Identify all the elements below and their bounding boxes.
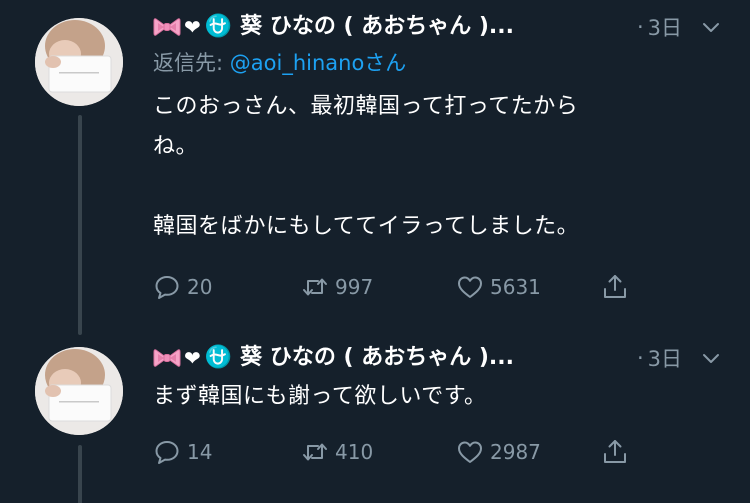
like-button[interactable]: 2987 (456, 437, 601, 467)
share-icon (604, 275, 626, 298)
avatar[interactable] (35, 347, 123, 435)
tweet-content: ❤ ⛎ 葵 ひなの ( あおちゃん )... · 3日 返信先: @aoi_hi… (153, 10, 722, 299)
share-button[interactable] (601, 272, 629, 302)
tweet-content: ❤ ⛎ 葵 ひなの ( あおちゃん )... · 3日 まず韓国にも謝って欲しい… (153, 341, 722, 464)
like-heart-icon (458, 276, 482, 298)
share-icon (604, 440, 626, 463)
tweet-header: ❤ ⛎ 葵 ひなの ( あおちゃん )... · 3日 (153, 341, 722, 375)
tweet-text: このおっさん、最初韓国って打ってたから ね。 韓国をばかにもしててイラってしまし… (153, 94, 580, 239)
reply-button[interactable]: 14 (153, 437, 301, 467)
reply-to-prefix: 返信先: (153, 51, 230, 75)
tweet[interactable]: ❤ ⛎ 葵 ひなの ( あおちゃん )... · 3日 まず韓国にも謝って欲しい… (0, 335, 750, 503)
reply-count: 20 (187, 275, 213, 299)
thread-line (78, 115, 82, 335)
chevron-down-icon[interactable] (700, 347, 722, 369)
retweet-button[interactable]: 410 (301, 437, 456, 467)
heart-icon: ❤ (184, 346, 201, 370)
ribbon-bow-icon (153, 18, 181, 36)
reply-count: 14 (187, 440, 213, 464)
time-separator: · (636, 15, 644, 39)
time-separator: · (636, 346, 644, 370)
reply-to: 返信先: @aoi_hinanoさん (153, 45, 722, 81)
tweet-text: まず韓国にも謝って欲しいです。 (153, 384, 487, 409)
reply-to-handle[interactable]: @aoi_hinanoさん (230, 51, 407, 75)
tweet-meta: · 3日 (637, 10, 722, 44)
ribbon-bow-icon (153, 349, 181, 367)
timestamp[interactable]: · 3日 (637, 12, 682, 42)
author-display-name[interactable]: 葵 ひなの ( あおちゃん )... (240, 341, 514, 375)
ophiuchus-icon: ⛎ (204, 14, 233, 39)
tweet-actions: 20 997 5631 (153, 272, 629, 302)
time-ago: 3日 (647, 347, 682, 371)
tweet-meta: · 3日 (637, 341, 722, 375)
timestamp[interactable]: · 3日 (637, 343, 682, 373)
avatar-photo (35, 347, 123, 435)
like-count: 5631 (490, 275, 541, 299)
reply-icon (155, 441, 179, 464)
retweet-icon (303, 278, 327, 296)
like-heart-icon (458, 441, 482, 463)
timeline: ❤ ⛎ 葵 ひなの ( あおちゃん )... · 3日 返信先: @aoi_hi… (0, 0, 750, 503)
tweet-header: ❤ ⛎ 葵 ひなの ( あおちゃん )... · 3日 (153, 10, 722, 44)
retweet-button[interactable]: 997 (301, 272, 456, 302)
chevron-down-icon[interactable] (700, 16, 722, 38)
heart-icon: ❤ (184, 15, 201, 39)
avatar-photo (35, 18, 123, 106)
author-display-name[interactable]: 葵 ひなの ( あおちゃん )... (240, 10, 514, 44)
like-button[interactable]: 5631 (456, 272, 601, 302)
reply-icon (155, 276, 179, 299)
thread-line (78, 445, 82, 503)
tweet[interactable]: ❤ ⛎ 葵 ひなの ( あおちゃん )... · 3日 返信先: @aoi_hi… (0, 0, 750, 335)
ophiuchus-icon: ⛎ (204, 345, 233, 370)
retweet-icon (303, 443, 327, 461)
avatar[interactable] (35, 18, 123, 106)
reply-button[interactable]: 20 (153, 272, 301, 302)
retweet-count: 997 (335, 275, 374, 299)
like-count: 2987 (490, 440, 541, 464)
retweet-count: 410 (335, 440, 374, 464)
time-ago: 3日 (647, 16, 682, 40)
share-button[interactable] (601, 437, 629, 467)
tweet-actions: 14 410 2987 (153, 437, 629, 467)
